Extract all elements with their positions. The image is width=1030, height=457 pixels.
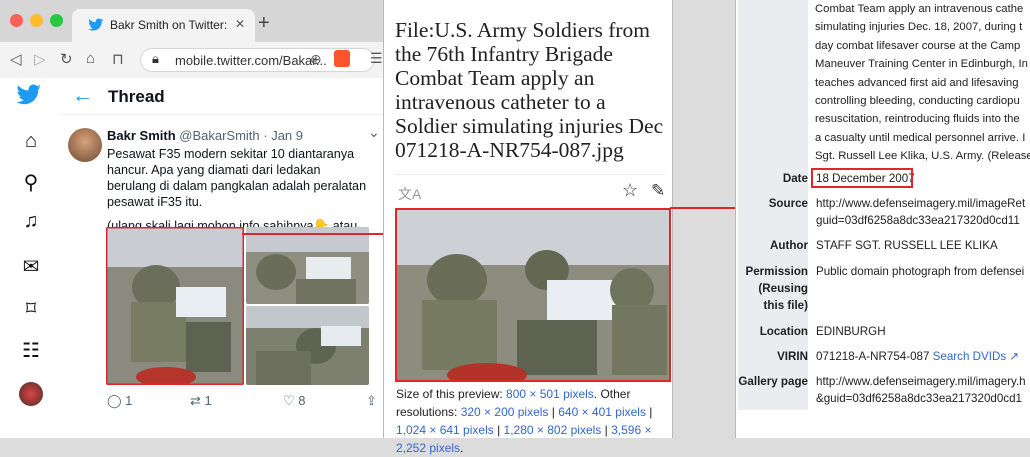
gallery-link-continued[interactable]: &guid=03df6258a8dc33ea217320d0cd1 bbox=[816, 390, 1030, 407]
file-title: File:U.S. Army Soldiers from the 76th In… bbox=[395, 18, 664, 162]
search-dvids-link[interactable]: Search DVIDs bbox=[933, 350, 1006, 363]
notifications-nav-icon[interactable]: ♫ bbox=[18, 210, 44, 236]
period: . bbox=[460, 441, 464, 455]
tweet-author-handle[interactable]: @BakarSmith · Jan 9 bbox=[179, 128, 303, 143]
twitter-logo-icon[interactable] bbox=[16, 84, 42, 106]
separator: | bbox=[645, 405, 653, 419]
author-label: Author bbox=[770, 239, 808, 252]
reusing-this-file-link[interactable]: (Reusing this file) bbox=[738, 280, 808, 314]
tweet-photo-1[interactable] bbox=[106, 227, 244, 385]
description-text: Combat Team apply an intravenous cathe s… bbox=[815, 0, 1030, 166]
resolution-link[interactable]: 320 × 200 pixels bbox=[461, 405, 549, 419]
description-line: Combat Team apply an intravenous cathe bbox=[815, 3, 1024, 15]
page-title: Thread bbox=[108, 87, 165, 106]
explore-nav-icon[interactable]: ⚲ bbox=[18, 170, 44, 196]
tab-title: Bakr Smith on Twitter: "Sumber da bbox=[110, 18, 230, 32]
avatar[interactable] bbox=[68, 128, 102, 162]
menu-icon[interactable]: ☰ bbox=[370, 50, 383, 67]
description-line: simulating injuries Dec. 18, 2007, durin… bbox=[815, 21, 1023, 34]
reply-action[interactable]: ◯ 1 bbox=[107, 393, 132, 409]
like-count: 8 bbox=[298, 393, 306, 408]
watch-star-icon[interactable]: ☆ bbox=[622, 180, 638, 201]
share-icon[interactable]: ⇪ bbox=[366, 393, 377, 409]
source-label: Source bbox=[768, 197, 808, 210]
description-line: a casualty until medical personnel arriv… bbox=[815, 131, 1026, 144]
date-label: Date bbox=[782, 172, 808, 185]
location-label: Location bbox=[759, 325, 808, 338]
virin-value: 071218-A-NR754-087 bbox=[816, 350, 930, 363]
separator: | bbox=[601, 423, 612, 437]
back-arrow-icon[interactable]: ← bbox=[72, 84, 93, 108]
description-line: resuscitation, reintroducing fluids into… bbox=[815, 113, 1020, 126]
virin-label[interactable]: VIRIN bbox=[738, 348, 808, 365]
zoom-window-button[interactable] bbox=[50, 14, 63, 27]
tweet-header: Bakr Smith @BakarSmith · Jan 9 bbox=[107, 128, 303, 143]
location-value: EDINBURGH bbox=[816, 325, 886, 338]
tweet-photo-3[interactable] bbox=[246, 306, 369, 385]
retweet-icon: ⇄ bbox=[190, 393, 205, 408]
tweet-author-name[interactable]: Bakr Smith bbox=[107, 128, 176, 143]
bookmarks-nav-icon[interactable]: ⌑ bbox=[18, 296, 44, 322]
reload-icon[interactable]: ↻ bbox=[60, 50, 73, 68]
reply-count: 1 bbox=[125, 393, 133, 408]
bookmark-icon[interactable]: ⊓ bbox=[112, 50, 124, 68]
resolution-link[interactable]: 1,024 × 641 pixels bbox=[396, 423, 494, 437]
home-icon[interactable]: ⌂ bbox=[86, 50, 95, 67]
divider bbox=[60, 114, 383, 115]
gallery-link[interactable]: http://www.defenseimagery.mil/imagery.h bbox=[816, 373, 1030, 390]
new-tab-button[interactable]: + bbox=[258, 12, 270, 35]
source-link[interactable]: http://www.defenseimagery.mil/imageRet bbox=[816, 195, 1030, 212]
tweet-text-paragraph-1: Pesawat F35 modern sekitar 10 diantarany… bbox=[107, 147, 367, 209]
separator: | bbox=[493, 423, 504, 437]
like-icon: ♡ bbox=[283, 393, 299, 408]
date-highlight-box bbox=[811, 168, 913, 188]
twitter-favicon-icon bbox=[88, 18, 104, 31]
language-icon[interactable]: 文A bbox=[398, 184, 421, 204]
like-action[interactable]: ♡ 8 bbox=[283, 393, 306, 409]
separator: | bbox=[548, 405, 559, 419]
close-tab-icon[interactable]: ✕ bbox=[235, 17, 245, 31]
home-nav-icon[interactable]: ⌂ bbox=[18, 130, 44, 156]
preview-resolutions: Size of this preview: 800 × 501 pixels. … bbox=[396, 385, 672, 457]
profile-avatar-icon[interactable] bbox=[19, 382, 43, 406]
lists-nav-icon[interactable]: ☷ bbox=[18, 338, 44, 364]
gallery-label: Gallery page bbox=[738, 375, 808, 388]
description-line: day combat lifesaver course at the Camp bbox=[815, 39, 1021, 52]
external-link-icon: ↗ bbox=[1006, 350, 1020, 363]
description-line: Maneuver Training Center in Edinburgh, I… bbox=[815, 58, 1028, 71]
source-link-continued[interactable]: guid=03df6258a8dc33ea217320d0cd11 bbox=[816, 212, 1030, 229]
preview-size-link[interactable]: 800 × 501 pixels bbox=[506, 387, 594, 401]
back-icon[interactable]: ◁ bbox=[10, 50, 22, 68]
forward-icon[interactable]: ▷ bbox=[34, 50, 46, 68]
retweet-count: 1 bbox=[204, 393, 212, 408]
resolution-link[interactable]: 1,280 × 802 pixels bbox=[504, 423, 602, 437]
retweet-action[interactable]: ⇄ 1 bbox=[190, 393, 212, 409]
minimize-window-button[interactable] bbox=[30, 14, 43, 27]
description-line: Sgt. Russell Lee Klika, U.S. Army. (Rele… bbox=[815, 150, 1030, 163]
edit-pencil-icon[interactable]: ✎ bbox=[651, 181, 665, 201]
permission-value: Public domain photograph from defensei bbox=[816, 265, 1025, 278]
messages-nav-icon[interactable]: ✉ bbox=[18, 254, 44, 280]
description-line: controlling bleeding, conducting cardiop… bbox=[815, 95, 1020, 108]
tweet-photo-2[interactable] bbox=[246, 227, 369, 304]
author-value: STAFF SGT. RUSSELL LEE KLIKA bbox=[816, 239, 998, 252]
divider bbox=[395, 174, 665, 175]
add-site-icon[interactable]: ⊕ bbox=[310, 51, 322, 68]
preview-label: Size of this preview: bbox=[396, 387, 507, 401]
close-window-button[interactable] bbox=[10, 14, 23, 27]
virin-value-row: 071218-A-NR754-087 Search DVIDs ↗ bbox=[816, 348, 1030, 365]
annotation-line bbox=[242, 233, 395, 235]
resolution-link[interactable]: 640 × 401 pixels bbox=[558, 405, 646, 419]
reply-icon: ◯ bbox=[107, 393, 126, 408]
lock-icon: 🔒︎ bbox=[152, 51, 159, 66]
url-text: mobile.twitter.com/Bakar... bbox=[175, 53, 327, 68]
description-line: teaches advanced first aid and lifesavin… bbox=[815, 76, 1019, 89]
file-preview-image[interactable] bbox=[395, 208, 671, 382]
tweet-more-icon[interactable]: ⌄ bbox=[368, 124, 380, 141]
brave-shield-icon[interactable] bbox=[334, 50, 350, 67]
permission-label: Permission bbox=[745, 265, 808, 278]
